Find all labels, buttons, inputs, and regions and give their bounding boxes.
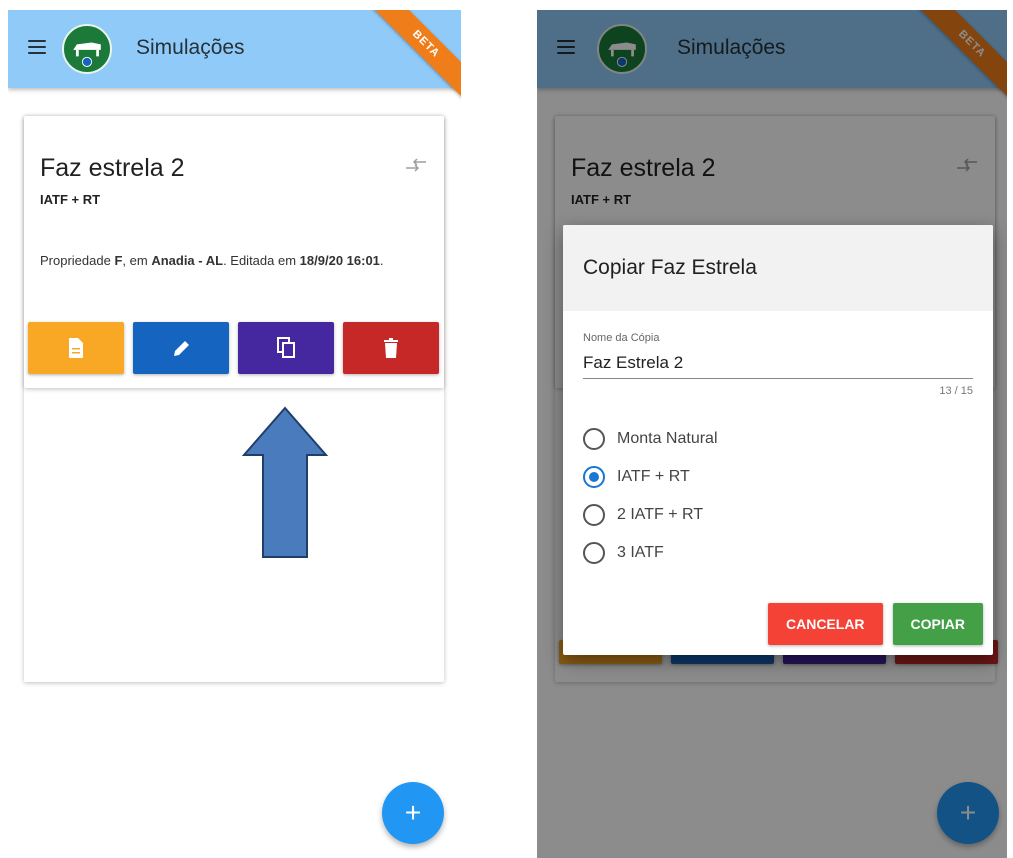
radio-2-iatf-rt[interactable]: 2 IATF + RT [583, 496, 718, 534]
add-fab[interactable]: + [382, 782, 444, 844]
screen-simulations: Simulações BETA Faz estrela 2 IATF + RT … [8, 10, 461, 858]
radio-label: Monta Natural [617, 430, 718, 447]
radio-label: IATF + RT [617, 468, 690, 485]
simulation-type-options: Monta Natural IATF + RT 2 IATF + RT 3 IA… [583, 420, 718, 572]
radio-monta-natural[interactable]: Monta Natural [583, 420, 718, 458]
desc-mid: , em [122, 253, 152, 268]
beta-badge-label: BETA [371, 10, 461, 99]
screen-simulations-copy-dialog: Simulações BETA Faz estrela 2 IATF + RT … [537, 10, 1007, 858]
cancel-button[interactable]: CANCELAR [767, 603, 883, 645]
radio-label: 3 IATF [617, 544, 664, 561]
trash-icon [384, 338, 398, 358]
menu-icon[interactable] [28, 40, 46, 54]
copy-icon [277, 337, 295, 358]
copy-confirm-button[interactable]: COPIAR [892, 603, 983, 645]
app-title: Simulações [136, 36, 245, 59]
radio-iatf-rt[interactable]: IATF + RT [583, 458, 718, 496]
simulation-type: IATF + RT [40, 192, 101, 207]
beta-badge: BETA [361, 10, 461, 110]
document-icon [69, 338, 83, 358]
radio-button[interactable] [583, 542, 605, 564]
radio-label: 2 IATF + RT [617, 506, 704, 523]
radio-button[interactable] [583, 428, 605, 450]
farm-logo [62, 24, 112, 74]
char-counter: 13 / 15 [939, 385, 973, 397]
edit-button[interactable] [133, 322, 229, 374]
app-bar: Simulações BETA [8, 10, 461, 99]
copy-name-input[interactable] [583, 347, 973, 379]
card-actions [28, 322, 439, 374]
radio-3-iatf[interactable]: 3 IATF [583, 534, 718, 572]
report-button[interactable] [28, 322, 124, 374]
swap-icon[interactable] [404, 156, 428, 174]
simulation-card[interactable]: Faz estrela 2 IATF + RT Propriedade F, e… [24, 116, 444, 388]
delete-button[interactable] [343, 322, 439, 374]
copy-button[interactable] [238, 322, 334, 374]
copy-dialog: Copiar Faz Estrela Nome da Cópia 13 / 15… [563, 225, 993, 655]
desc-prefix: Propriedade [40, 253, 115, 268]
desc-edited-text: . Editada em [223, 253, 300, 268]
radio-button[interactable] [583, 466, 605, 488]
simulation-title: Faz estrela 2 [40, 154, 185, 182]
desc-location: Anadia - AL [151, 253, 224, 268]
copy-name-label: Nome da Cópia [583, 332, 660, 344]
dialog-actions: CANCELAR COPIAR [767, 603, 983, 645]
desc-suffix: . [379, 253, 384, 268]
simulation-description: Propriedade F, em Anadia - AL. Editada e… [40, 250, 410, 272]
pencil-icon [174, 341, 189, 356]
pointer-arrow [241, 406, 329, 558]
dialog-title: Copiar Faz Estrela [583, 256, 757, 279]
radio-button[interactable] [583, 504, 605, 526]
dialog-header: Copiar Faz Estrela [563, 225, 993, 311]
desc-edited-at: 18/9/20 16:01 [299, 253, 380, 268]
